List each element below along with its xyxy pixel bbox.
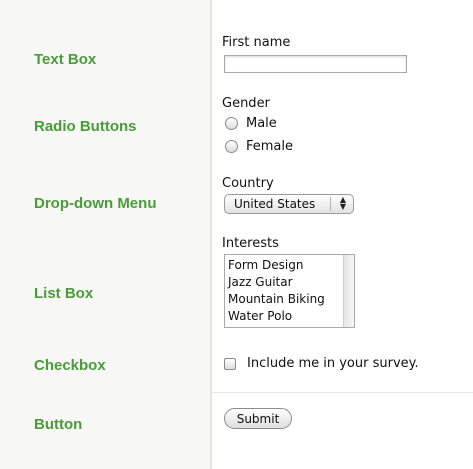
radio-male-label: Male [246,116,277,131]
category-label-button: Button [34,416,83,433]
listbox-item[interactable]: Water Polo [228,309,292,323]
category-label-list-box: List Box [34,285,94,302]
first-name-input[interactable] [224,55,407,73]
category-label-radio-buttons: Radio Buttons [34,118,137,135]
survey-checkbox-row[interactable]: Include me in your survey. [224,356,419,371]
country-selected-value: United States [234,197,316,211]
radio-male[interactable] [225,117,238,130]
survey-checkbox-label: Include me in your survey. [247,356,419,371]
category-label-checkbox: Checkbox [34,357,106,374]
listbox-item[interactable]: Mountain Biking [228,292,325,306]
interests-label: Interests [222,236,279,251]
country-select[interactable]: United States ▲ ▼ [224,194,354,214]
first-name-label: First name [222,35,291,50]
form-elements-page: Text Box Radio Buttons Drop-down Menu Li… [0,0,473,469]
gender-label: Gender [222,96,270,111]
submit-button[interactable]: Submit [224,408,292,429]
sample-form: First name Gender Male Female Country Un… [212,0,473,469]
category-label-text-box: Text Box [34,51,97,68]
select-separator [330,197,331,211]
listbox-item[interactable]: Jazz Guitar [228,275,293,289]
radio-female-label: Female [246,139,294,154]
category-label-dropdown-menu: Drop-down Menu [34,195,157,212]
radio-female[interactable] [225,140,238,153]
horizontal-rule [212,392,473,393]
gender-option-male[interactable]: Male [225,116,277,131]
listbox-scrollbar[interactable] [343,255,354,327]
listbox-item[interactable]: Form Design [228,258,303,272]
interests-listbox[interactable]: Form Design Jazz Guitar Mountain Biking … [224,254,355,328]
select-arrows-icon: ▲ ▼ [339,195,346,211]
country-label: Country [222,176,274,191]
gender-option-female[interactable]: Female [225,139,293,154]
survey-checkbox[interactable] [224,357,236,370]
category-labels-panel: Text Box Radio Buttons Drop-down Menu Li… [0,0,210,469]
